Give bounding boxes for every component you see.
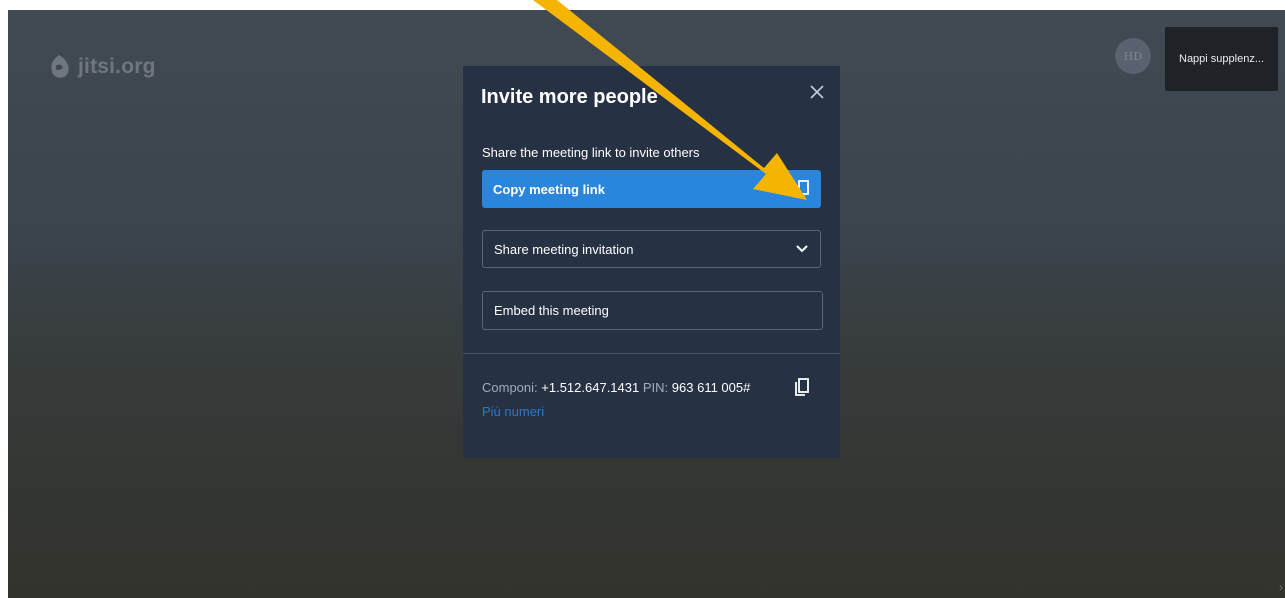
divider [463,353,840,354]
share-invitation-label: Share meeting invitation [494,241,634,257]
more-numbers-link[interactable]: Più numeri [482,404,544,419]
copy-meeting-link-button[interactable]: Copy meeting link [482,170,821,208]
dialog-title: Invite more people [481,86,658,108]
embed-label: Embed this meeting [494,303,609,318]
logo-text: jitsi.org [78,55,156,78]
jitsi-logo[interactable]: jitsi.org [44,52,156,82]
invite-dialog: Invite more people Share the meeting lin… [463,66,840,458]
dial-label: Componi: [482,380,538,395]
pin-value: 963 611 005# [671,380,751,395]
copy-link-label: Copy meeting link [493,181,605,197]
jitsi-logo-icon [51,55,69,78]
phone-number: +1.512.647.1431 [541,380,640,395]
copy-dial-in-button[interactable] [795,378,809,401]
participant-thumbnail[interactable]: Nappi supplenz... [1165,27,1278,91]
share-instructions: Share the meeting link to invite others [482,145,700,160]
embed-meeting-button[interactable]: Embed this meeting [482,291,823,330]
chevron-down-icon [796,245,808,253]
close-icon[interactable] [810,82,824,105]
copy-icon [795,378,809,396]
avatar[interactable]: HD [1115,38,1151,74]
dial-in-info: Componi: +1.512.647.1431 PIN: 963 611 00… [482,380,750,395]
chevron-right-icon[interactable]: › [1279,580,1283,594]
copy-icon [795,180,809,198]
share-invitation-dropdown[interactable]: Share meeting invitation [482,230,821,268]
participant-name: Nappi supplenz... [1179,53,1264,65]
pin-label: PIN: [642,380,669,395]
